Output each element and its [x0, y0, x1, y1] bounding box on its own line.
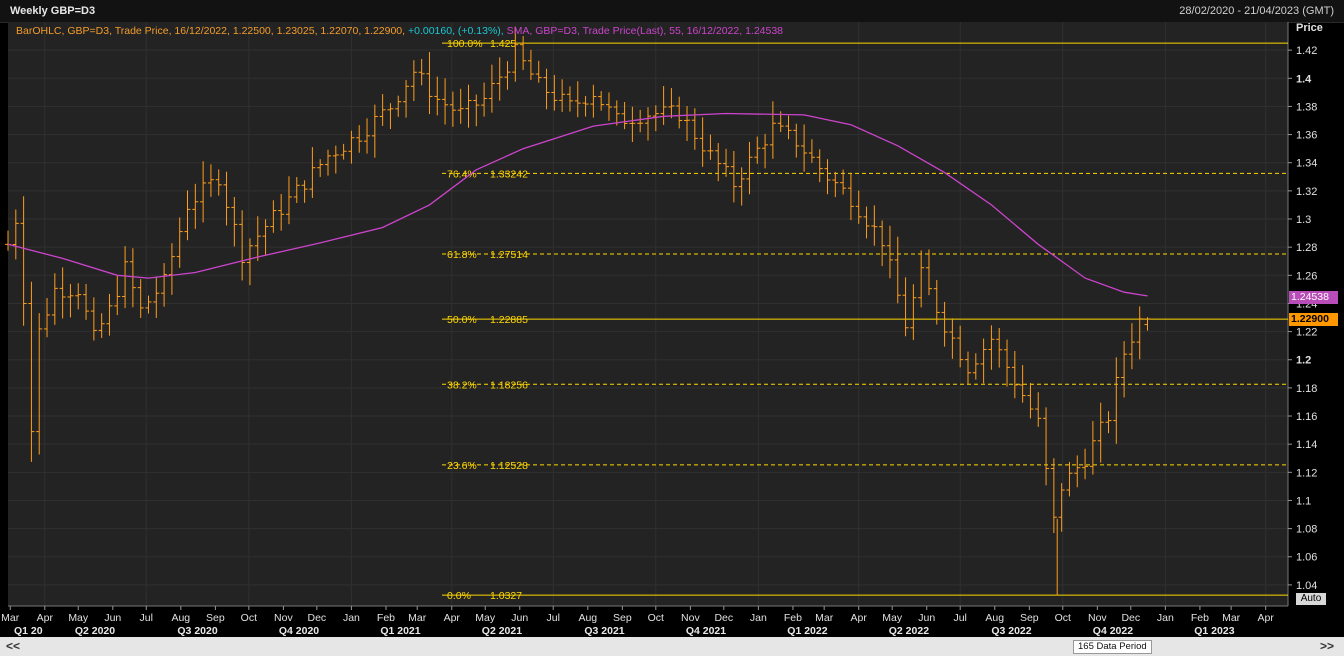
price-tick-label: 1.32 — [1296, 186, 1317, 198]
month-tick-label: Jul — [953, 612, 966, 624]
month-tick-label: Mar — [815, 612, 834, 624]
month-tick-label: Feb — [377, 612, 395, 624]
sma-price-tag: 1.24538 — [1289, 291, 1338, 304]
scroll-left-button[interactable]: << — [6, 639, 20, 653]
price-tick-label: 1.04 — [1296, 580, 1317, 592]
month-tick-label: Sep — [613, 612, 632, 624]
quarter-tick-label: Q3 2020 — [177, 625, 217, 637]
price-tick-label: 1.08 — [1296, 524, 1317, 536]
month-tick-label: May — [882, 612, 903, 624]
month-tick-label: Jun — [511, 612, 528, 624]
sma-legend: SMA, GBP=D3, Trade Price(Last), 55, 16/1… — [506, 25, 784, 37]
month-tick-label: Mar — [1, 612, 20, 624]
month-tick-label: Jun — [104, 612, 121, 624]
quarter-tick-label: Q1 2023 — [1194, 625, 1234, 637]
price-tick-label: 1.38 — [1296, 101, 1317, 113]
month-tick-label: Dec — [1121, 612, 1140, 624]
quarter-tick-label: Q4 2021 — [686, 625, 726, 637]
data-period-label[interactable]: 165 Data Period — [1073, 640, 1152, 654]
price-tick-label: 1.1 — [1296, 495, 1311, 507]
price-tick-label: 1.06 — [1296, 552, 1317, 564]
month-tick-label: Sep — [1020, 612, 1039, 624]
price-tick-label: 1.4 — [1296, 73, 1312, 85]
month-tick-label: Jun — [918, 612, 935, 624]
month-tick-label: Jan — [1157, 612, 1174, 624]
fib-value-label: 1.22885 — [490, 314, 528, 326]
month-tick-label: Mar — [1222, 612, 1241, 624]
price-tick-label: 1.14 — [1296, 439, 1317, 451]
month-tick-label: Oct — [648, 612, 664, 624]
quarter-tick-label: Q2 2020 — [75, 625, 115, 637]
fib-percent-label: 100.0% — [447, 38, 483, 50]
month-tick-label: Feb — [1191, 612, 1209, 624]
month-tick-label: Oct — [241, 612, 257, 624]
month-tick-label: Jul — [140, 612, 153, 624]
quarter-tick-label: Q4 2020 — [279, 625, 319, 637]
month-tick-label: Feb — [784, 612, 802, 624]
fib-value-label: 1.425 — [490, 38, 516, 50]
quarter-tick-label: Q1 2021 — [380, 625, 420, 637]
month-tick-label: Apr — [37, 612, 54, 624]
month-tick-label: Jan — [750, 612, 767, 624]
price-tick-label: 1.42 — [1296, 45, 1317, 57]
price-tick-label: 1.34 — [1296, 158, 1317, 170]
month-tick-label: May — [475, 612, 496, 624]
quarter-tick-label: Q3 2022 — [991, 625, 1031, 637]
fib-value-label: 1.0327 — [490, 590, 522, 602]
fib-percent-label: 38.2% — [447, 379, 477, 391]
month-tick-label: Dec — [308, 612, 327, 624]
month-tick-label: Aug — [578, 612, 597, 624]
month-tick-label: Apr — [851, 612, 868, 624]
price-tick-label: 1.36 — [1296, 130, 1317, 142]
price-tick-label: 1.2 — [1296, 355, 1311, 367]
fib-percent-label: 76.4% — [447, 168, 477, 180]
chart-svg[interactable]: 1.041.061.081.11.121.141.161.181.21.221.… — [0, 0, 1344, 656]
ohlc-legend: BarOHLC, GBP=D3, Trade Price, 16/12/2022… — [16, 25, 406, 37]
last-price-tag: 1.22900 — [1289, 313, 1338, 326]
fib-percent-label: 0.0% — [447, 590, 471, 602]
quarter-tick-label: Q3 2021 — [584, 625, 624, 637]
price-tick-label: 1.28 — [1296, 242, 1317, 254]
quarter-tick-label: Q4 2022 — [1093, 625, 1133, 637]
month-tick-label: Aug — [171, 612, 190, 624]
month-tick-label: Jul — [547, 612, 560, 624]
month-tick-label: Apr — [444, 612, 461, 624]
change-legend: +0.00160, (+0.13%), — [407, 25, 504, 37]
month-tick-label: Nov — [274, 612, 293, 624]
month-tick-label: Mar — [408, 612, 427, 624]
price-tick-label: 1.22 — [1296, 327, 1317, 339]
quarter-tick-label: Q2 2022 — [889, 625, 929, 637]
quarter-tick-label: Q1 20 — [14, 625, 43, 637]
month-tick-label: Nov — [681, 612, 700, 624]
month-tick-label: Sep — [206, 612, 225, 624]
price-tick-label: 1.3 — [1296, 214, 1311, 226]
price-tick-label: 1.16 — [1296, 411, 1317, 423]
fib-value-label: 1.33242 — [490, 168, 528, 180]
auto-scale-button[interactable]: Auto — [1296, 593, 1326, 605]
fib-percent-label: 61.8% — [447, 249, 477, 261]
price-tick-label: 1.26 — [1296, 270, 1317, 282]
info-legend: BarOHLC, GBP=D3, Trade Price, 16/12/2022… — [16, 25, 783, 37]
month-tick-label: Jan — [343, 612, 360, 624]
month-tick-label: Apr — [1258, 612, 1275, 624]
fib-value-label: 1.27514 — [490, 249, 528, 261]
price-tick-label: 1.12 — [1296, 467, 1317, 479]
fib-value-label: 1.12528 — [490, 460, 528, 472]
month-tick-label: Aug — [985, 612, 1004, 624]
quarter-tick-label: Q2 2021 — [482, 625, 522, 637]
month-tick-label: Dec — [714, 612, 733, 624]
month-tick-label: Oct — [1055, 612, 1071, 624]
month-tick-label: Nov — [1088, 612, 1107, 624]
price-axis-title: Price — [1296, 22, 1323, 34]
scroll-bar[interactable]: << 165 Data Period >> — [0, 637, 1344, 656]
fib-percent-label: 50.0% — [447, 314, 477, 326]
fib-value-label: 1.18256 — [490, 379, 528, 391]
month-tick-label: May — [68, 612, 89, 624]
sma-line — [7, 112, 1148, 297]
scroll-right-button[interactable]: >> — [1320, 639, 1334, 653]
fib-percent-label: 23.6% — [447, 460, 477, 472]
quarter-tick-label: Q1 2022 — [787, 625, 827, 637]
price-tick-label: 1.18 — [1296, 383, 1317, 395]
